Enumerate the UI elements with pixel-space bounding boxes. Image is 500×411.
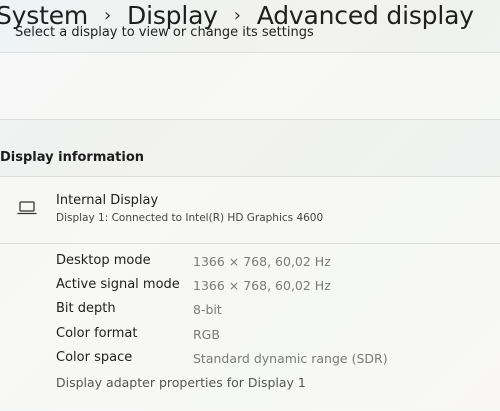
section-title: Display information — [0, 150, 145, 165]
display-connection: Display 1: Connected to Intel(R) HD Grap… — [56, 212, 324, 224]
bit-depth-label: Bit depth — [56, 301, 116, 316]
monitor-icon — [17, 201, 37, 215]
desktop-mode-value: 1366 × 768, 60,02 Hz — [193, 254, 331, 269]
color-format-label: Color format — [56, 326, 138, 341]
color-space-value: Standard dynamic range (SDR) — [193, 351, 388, 366]
display-adapter-properties-link[interactable]: Display adapter properties for Display 1 — [56, 375, 306, 390]
active-signal-mode-value: 1366 × 768, 60,02 Hz — [193, 278, 331, 293]
select-display-card[interactable] — [0, 52, 500, 120]
desktop-mode-label: Desktop mode — [56, 253, 151, 268]
display-info-card — [0, 176, 500, 244]
active-signal-mode-label: Active signal mode — [56, 277, 180, 292]
bit-depth-value: 8-bit — [193, 302, 222, 317]
breadcrumb-separator: › — [104, 4, 112, 26]
display-name: Internal Display — [56, 193, 159, 208]
breadcrumb-separator: › — [233, 4, 241, 26]
color-format-value: RGB — [193, 327, 220, 342]
color-space-label: Color space — [56, 350, 133, 365]
select-display-label: Select a display to view or change its s… — [15, 25, 314, 40]
